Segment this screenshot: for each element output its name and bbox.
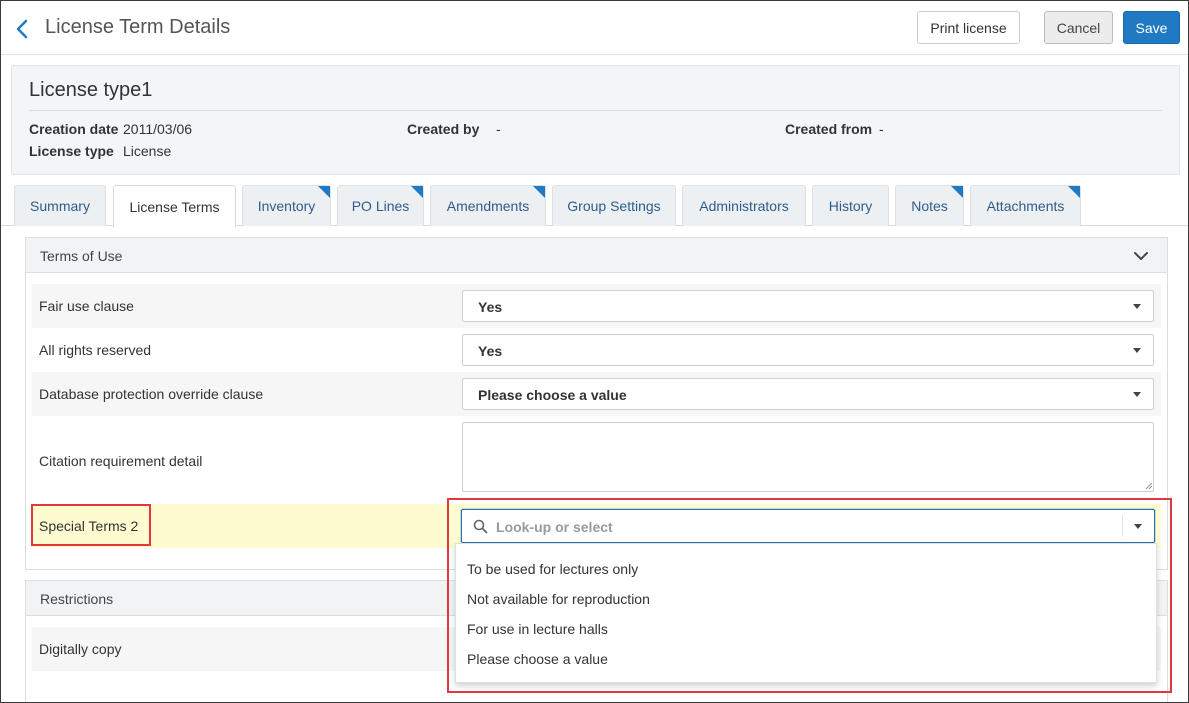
- chevron-down-icon[interactable]: [1133, 250, 1149, 262]
- tab-label: Inventory: [257, 198, 316, 214]
- corner-flag-icon: [411, 186, 423, 198]
- row-label-cell: Special Terms 2: [32, 504, 455, 548]
- caret-down-icon: [1133, 392, 1141, 397]
- section-header[interactable]: Terms of Use: [26, 238, 1167, 273]
- row-label-cell: Database protection override clause: [32, 372, 455, 416]
- terms-of-use-section: Terms of Use Fair use clause Yes All rig…: [25, 237, 1168, 570]
- save-button[interactable]: Save: [1123, 11, 1180, 44]
- chevron-left-icon[interactable]: [13, 17, 33, 41]
- form-row: Fair use clause Yes: [32, 284, 1161, 328]
- created-from-label: Created from: [785, 121, 873, 137]
- citation-requirement-label: Citation requirement detail: [39, 453, 203, 469]
- section-title: Restrictions: [40, 591, 114, 607]
- select-value: Please choose a value: [478, 387, 627, 403]
- lookup-placeholder: Look-up or select: [496, 519, 613, 535]
- tab-label: Administrators: [699, 198, 789, 214]
- creation-date-value: 2011/03/06: [123, 121, 193, 137]
- form-row: Database protection override clause Plea…: [32, 372, 1161, 416]
- special-terms-dropdown: To be used for lectures only Not availab…: [455, 543, 1157, 683]
- special-terms-label: Special Terms 2: [39, 518, 139, 534]
- fair-use-label: Fair use clause: [39, 298, 134, 314]
- tab-label: Notes: [911, 198, 948, 214]
- all-rights-reserved-select[interactable]: Yes: [462, 334, 1154, 366]
- database-protection-select[interactable]: Please choose a value: [462, 378, 1154, 410]
- row-control-cell: Look-up or select: [455, 504, 1161, 548]
- tab-label: Attachments: [986, 198, 1065, 214]
- created-by-value: -: [496, 121, 501, 137]
- row-label-cell: Citation requirement detail: [32, 416, 455, 504]
- select-value: Yes: [478, 299, 503, 315]
- dropdown-option[interactable]: Please choose a value: [456, 644, 1156, 674]
- database-protection-label: Database protection override clause: [39, 386, 264, 402]
- record-title: License type1: [29, 79, 153, 101]
- digitally-copy-label: Digitally copy: [39, 641, 122, 657]
- row-label-cell: Digitally copy: [32, 627, 455, 671]
- corner-flag-icon: [533, 186, 545, 198]
- form-row: Special Terms 2 Look-up or select: [32, 504, 1161, 548]
- row-control-cell: [455, 416, 1161, 504]
- divider: [29, 110, 1162, 111]
- special-terms-lookup-input[interactable]: Look-up or select: [461, 509, 1155, 543]
- caret-down-icon[interactable]: [1134, 524, 1142, 529]
- dropdown-option[interactable]: To be used for lectures only: [456, 554, 1156, 584]
- row-control-cell: Yes: [455, 328, 1161, 372]
- corner-flag-icon: [951, 186, 963, 198]
- row-label-cell: All rights reserved: [32, 328, 455, 372]
- creation-date-label: Creation date: [29, 121, 119, 137]
- section-title: Terms of Use: [40, 248, 123, 264]
- app-window: License Term Details Print license Cance…: [0, 0, 1189, 703]
- row-label-cell: [32, 671, 455, 702]
- all-rights-reserved-label: All rights reserved: [39, 342, 152, 358]
- tab-label: History: [828, 198, 873, 214]
- tab-notes[interactable]: Notes: [895, 185, 964, 226]
- license-type-label: License type: [29, 143, 114, 159]
- tab-inventory[interactable]: Inventory: [242, 185, 331, 226]
- page-header: License Term Details Print license Cance…: [1, 1, 1188, 55]
- tab-label: License Terms: [129, 198, 220, 215]
- row-control-cell: Yes: [455, 284, 1161, 328]
- row-label-cell: Fair use clause: [32, 284, 455, 328]
- tab-label: Group Settings: [567, 198, 661, 214]
- tab-attachments[interactable]: Attachments: [970, 185, 1081, 226]
- tab-summary[interactable]: Summary: [14, 185, 106, 226]
- form-row: Citation requirement detail: [32, 416, 1161, 504]
- fair-use-select[interactable]: Yes: [462, 290, 1154, 322]
- tab-license-terms[interactable]: License Terms: [113, 185, 236, 227]
- cancel-button[interactable]: Cancel: [1044, 11, 1113, 44]
- corner-flag-icon: [318, 186, 330, 198]
- dropdown-option[interactable]: For use in lecture halls: [456, 614, 1156, 644]
- citation-requirement-textarea[interactable]: [462, 422, 1154, 492]
- tab-amendments[interactable]: Amendments: [430, 185, 546, 226]
- resize-handle-icon[interactable]: [1145, 482, 1153, 490]
- tab-label: Amendments: [446, 198, 530, 214]
- divider: [1122, 515, 1123, 537]
- created-by-label: Created by: [407, 121, 480, 137]
- page-title: License Term Details: [45, 16, 231, 38]
- select-value: Yes: [478, 343, 503, 359]
- form-row: All rights reserved Yes: [32, 328, 1161, 372]
- tab-group-settings[interactable]: Group Settings: [552, 185, 676, 226]
- tab-administrators[interactable]: Administrators: [682, 185, 806, 226]
- caret-down-icon: [1133, 348, 1141, 353]
- created-from-value: -: [879, 121, 884, 137]
- search-icon: [473, 519, 488, 534]
- tab-history[interactable]: History: [812, 185, 889, 226]
- record-summary-panel: License type1 Creation date 2011/03/06 C…: [11, 65, 1180, 175]
- license-type-value: License: [123, 143, 172, 159]
- tab-label: PO Lines: [351, 198, 410, 214]
- tab-label: Summary: [30, 198, 90, 214]
- row-control-cell: Please choose a value: [455, 372, 1161, 416]
- dropdown-option[interactable]: Not available for reproduction: [456, 584, 1156, 614]
- caret-down-icon: [1133, 304, 1141, 309]
- tab-bar: Summary License Terms Inventory PO Lines…: [14, 185, 1177, 227]
- corner-flag-icon: [1068, 186, 1080, 198]
- tab-po-lines[interactable]: PO Lines: [337, 185, 424, 226]
- print-license-button[interactable]: Print license: [917, 11, 1020, 44]
